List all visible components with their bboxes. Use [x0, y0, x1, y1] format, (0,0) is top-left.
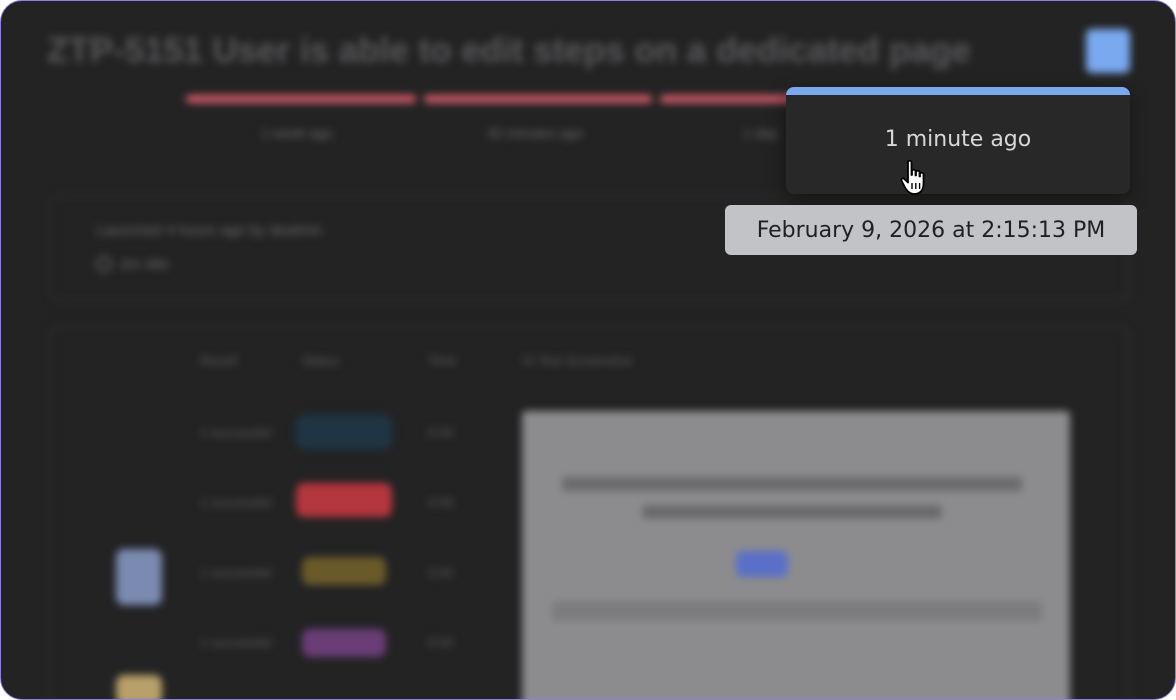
preview-row	[552, 601, 1042, 621]
row-time: 0:00	[428, 425, 454, 440]
column-header: Time	[428, 353, 457, 368]
column-header: Status	[302, 353, 339, 368]
status-badge[interactable]	[296, 483, 392, 517]
column-header: Result	[200, 353, 237, 368]
clock-icon	[96, 256, 112, 272]
hand-pointer-icon	[900, 159, 925, 195]
row-time: 0:00	[428, 495, 454, 510]
preview-line	[562, 477, 1022, 491]
preview-line	[642, 505, 942, 519]
row-name: 1 successful	[200, 565, 272, 580]
row-name: 1 successful	[200, 425, 272, 440]
relative-time-text: 1 minute ago	[884, 127, 1032, 152]
timeline-label: 1 day	[743, 125, 778, 141]
results-card: Result Status Time UI Test Screenshot 1 …	[49, 326, 1129, 699]
page-title: ZTP-5151 User is able to edit steps on a…	[47, 31, 971, 70]
avatar	[116, 675, 162, 699]
launched-text: Launched 4 hours ago by dealmin	[96, 222, 322, 239]
tooltip-text: February 9, 2026 at 2:15:13 PM	[756, 217, 1106, 243]
timeline-segment[interactable]	[186, 95, 416, 103]
timeline-hover-popover[interactable]: 1 minute ago	[786, 87, 1130, 194]
timeline-segment[interactable]	[424, 95, 652, 103]
menu-button[interactable]	[1086, 29, 1130, 73]
row-name: 1 successful	[200, 495, 272, 510]
avatar	[116, 549, 162, 605]
timeline-label: 1 week ago	[261, 125, 333, 141]
status-badge[interactable]	[296, 415, 392, 449]
popover-accent-bar	[786, 87, 1130, 95]
status-badge[interactable]	[302, 629, 386, 657]
timeline-segment[interactable]	[660, 95, 806, 103]
timestamp-tooltip: February 9, 2026 at 2:15:13 PM	[725, 205, 1137, 255]
row-name: 1 successful	[200, 635, 272, 650]
screenshot-header: UI Test Screenshot	[522, 353, 632, 368]
duration-row: 2m 48s	[96, 256, 169, 273]
duration-text: 2m 48s	[120, 256, 170, 273]
row-time: 0:00	[428, 565, 454, 580]
status-badge[interactable]	[302, 557, 386, 585]
preview-button	[736, 551, 788, 577]
timeline-label: 30 minutes ago	[487, 125, 583, 141]
app-window: ZTP-5151 User is able to edit steps on a…	[0, 0, 1176, 700]
row-time: 0:00	[428, 635, 454, 650]
run-timeline	[186, 95, 806, 103]
screenshot-preview[interactable]	[522, 411, 1070, 699]
